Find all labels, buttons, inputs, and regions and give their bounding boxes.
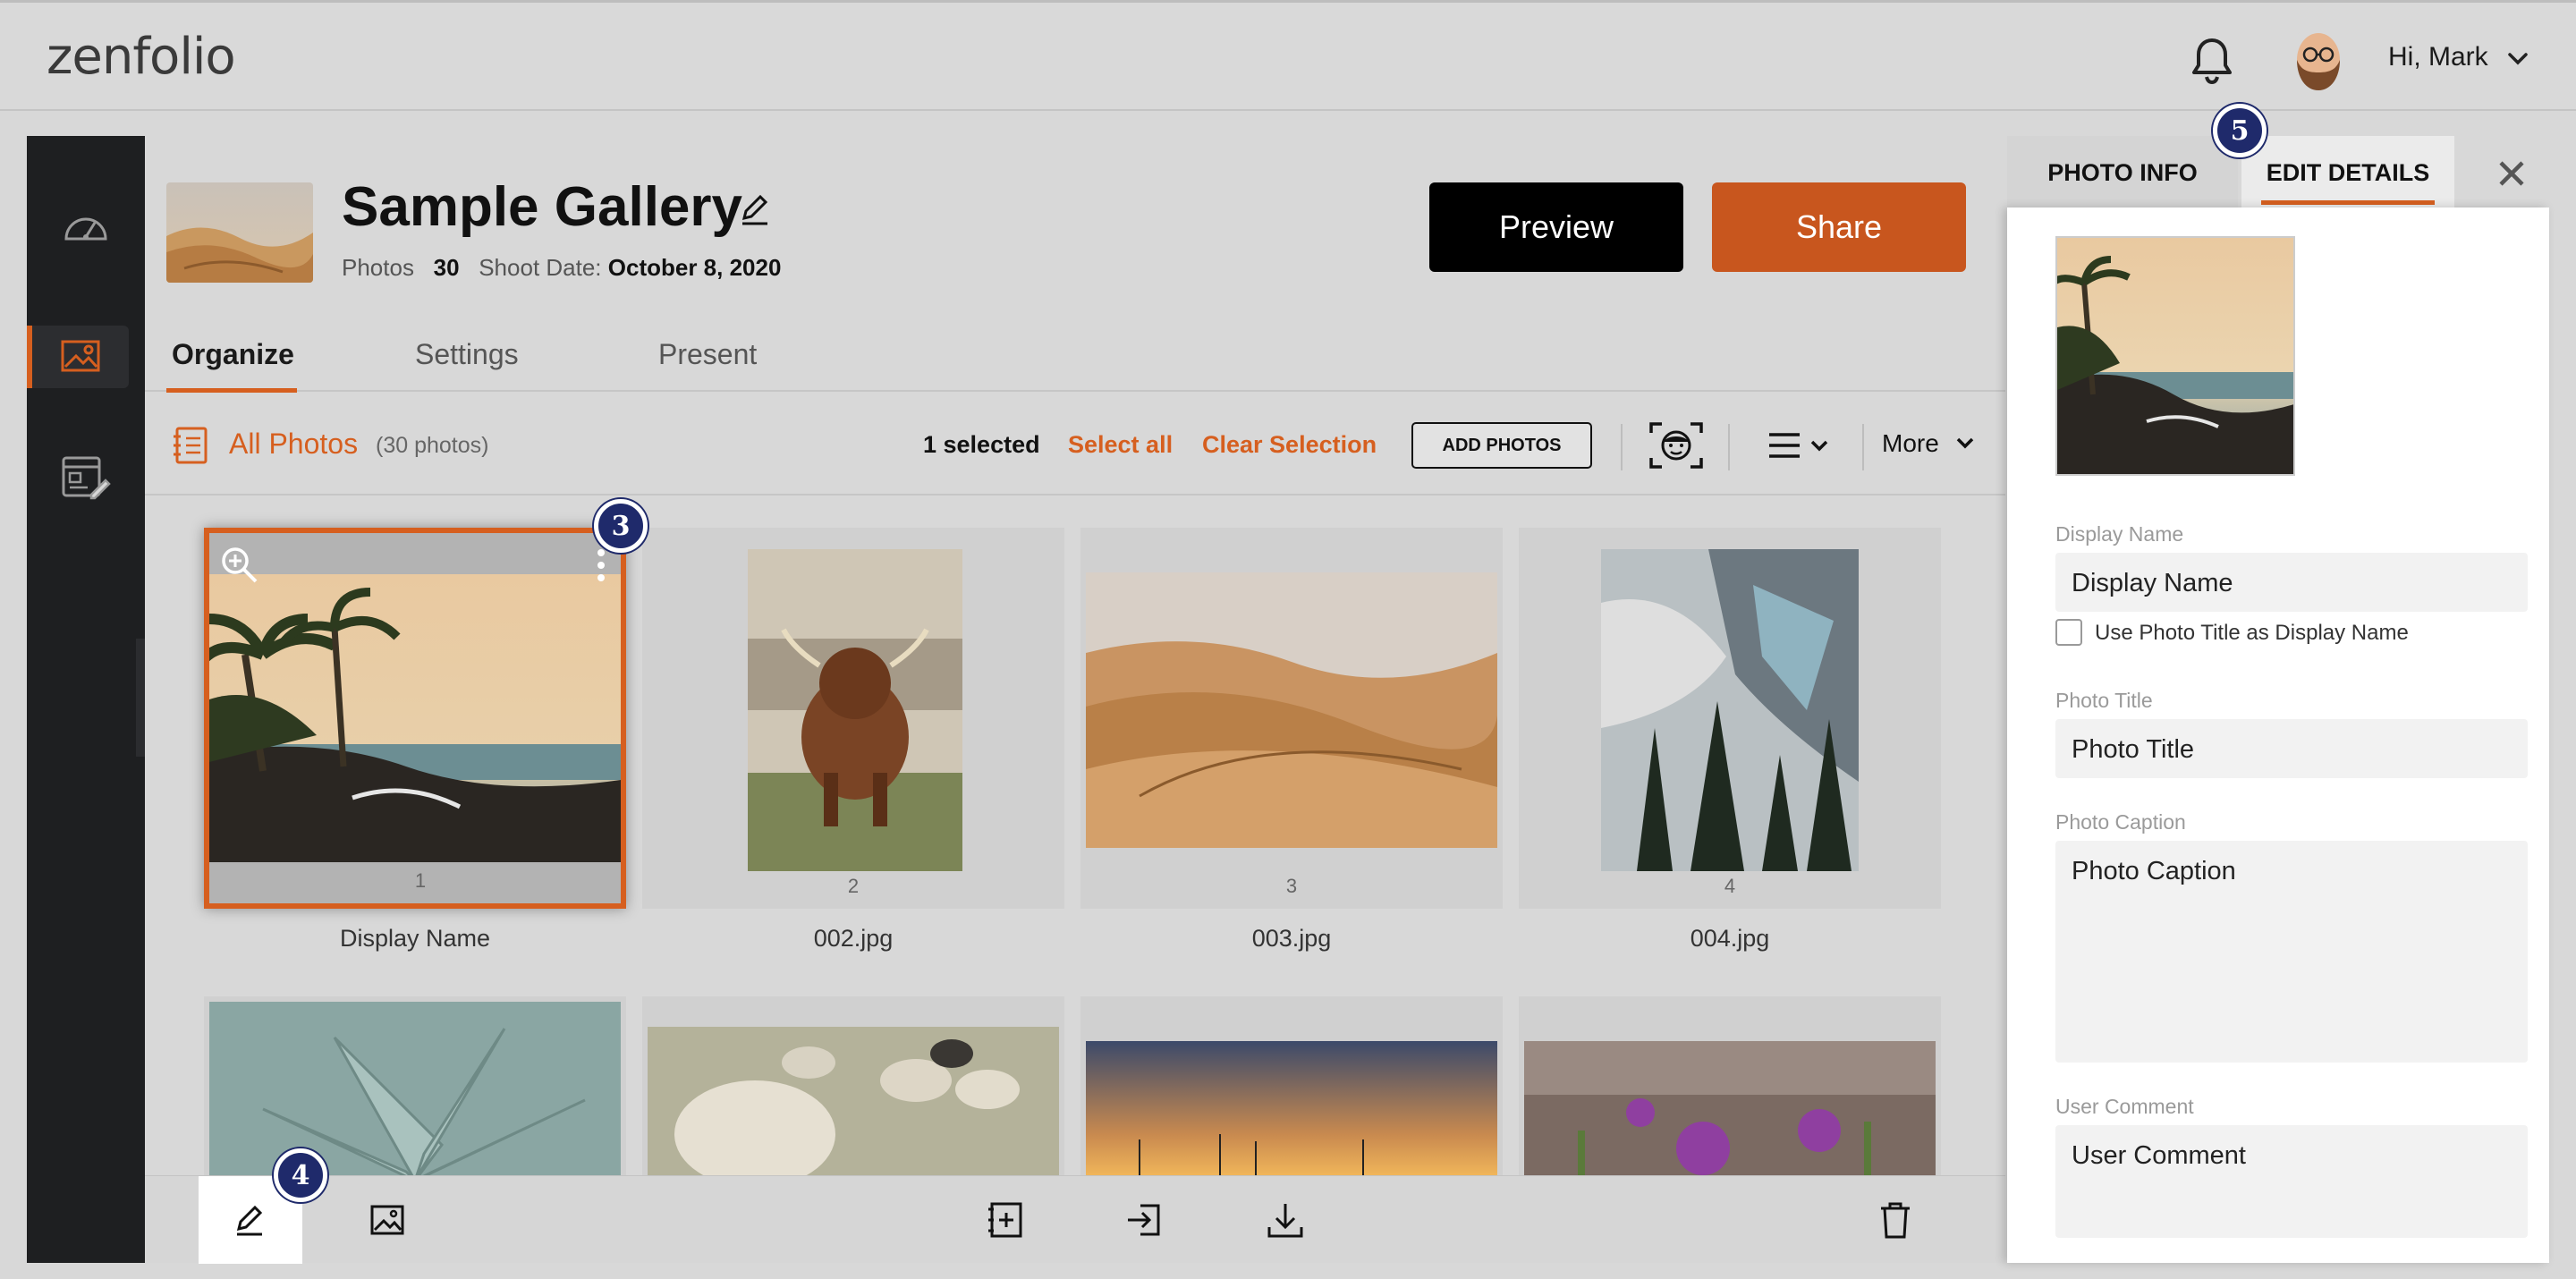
- tab-present[interactable]: Present: [658, 338, 757, 371]
- photo-name: 003.jpg: [1251, 925, 1332, 952]
- tab-organize[interactable]: Organize: [172, 338, 294, 371]
- chevron-down-icon[interactable]: [2504, 46, 2531, 72]
- photos-count: 30: [433, 254, 460, 281]
- tab-settings[interactable]: Settings: [415, 338, 519, 371]
- photo-number: 1: [414, 869, 427, 892]
- photo-thumbnail: [209, 1002, 621, 1175]
- photo-thumbnail: [748, 549, 962, 871]
- selection-count: 1 selected: [923, 431, 1040, 458]
- gallery-main: Sample Gallery Photos 30 Shoot Date: Oct…: [145, 136, 2005, 1264]
- photo-name: 002.jpg: [813, 925, 894, 952]
- photo-tile-2[interactable]: 2: [642, 528, 1064, 909]
- details-panel-tabs: PHOTO INFO EDIT DETAILS: [2007, 136, 2549, 209]
- download-icon[interactable]: [1263, 1198, 1308, 1242]
- photos-label: Photos: [342, 254, 414, 281]
- use-title-checkbox[interactable]: [2055, 619, 2082, 646]
- photo-tile-5[interactable]: [204, 996, 626, 1175]
- more-menu[interactable]: More: [1882, 429, 1939, 458]
- move-icon[interactable]: [1122, 1198, 1166, 1242]
- toolbar-divider: [1728, 424, 1730, 470]
- face-recognition-icon[interactable]: [1648, 420, 1705, 470]
- step-badge-3: 3: [594, 499, 648, 553]
- photo-number: 2: [847, 875, 860, 897]
- photo-tile-4[interactable]: 4: [1519, 528, 1941, 909]
- zoom-in-icon[interactable]: [218, 544, 259, 589]
- tab-photo-info[interactable]: PHOTO INFO: [2007, 136, 2238, 209]
- photo-thumbnail: [1601, 549, 1859, 871]
- image-icon: [60, 336, 101, 378]
- photo-number: 3: [1285, 875, 1298, 897]
- selected-photo-preview: [2055, 236, 2295, 476]
- photo-thumbnail: [1524, 1041, 1936, 1175]
- more-options-icon[interactable]: [596, 547, 606, 588]
- photo-thumbnail: [1086, 1041, 1497, 1175]
- close-icon[interactable]: [2490, 152, 2533, 195]
- select-all-link[interactable]: Select all: [1068, 431, 1173, 459]
- display-name-label: Display Name: [2055, 522, 2184, 546]
- add-photos-button[interactable]: ADD PHOTOS: [1411, 422, 1592, 469]
- bottom-action-bar: [145, 1175, 2005, 1264]
- sidebar-item-dashboard[interactable]: [27, 197, 145, 259]
- pencil-icon[interactable]: [737, 191, 773, 227]
- photo-name: Display Name: [339, 925, 491, 952]
- chevron-down-icon[interactable]: [1953, 431, 1977, 454]
- gauge-icon: [63, 208, 109, 249]
- active-tab-indicator: [166, 388, 297, 393]
- toolbar-divider: [1621, 424, 1623, 470]
- all-photos-link[interactable]: All Photos: [229, 428, 358, 461]
- bell-icon[interactable]: [2188, 35, 2236, 89]
- photo-count: (30 photos): [376, 433, 489, 458]
- gallery-cover-thumbnail: [166, 182, 313, 283]
- tab-edit-details[interactable]: EDIT DETAILS: [2241, 136, 2454, 209]
- photo-name: 004.jpg: [1690, 925, 1770, 952]
- photo-title-label: Photo Title: [2055, 689, 2153, 712]
- trash-icon[interactable]: [1873, 1198, 1918, 1242]
- zenfolio-logo[interactable]: zenfolio: [47, 28, 236, 86]
- photos-toolbar: All Photos (30 photos) 1 selected Select…: [145, 394, 2005, 496]
- top-bar: zenfolio Hi, Mark: [0, 0, 2576, 111]
- photo-thumbnail: [1086, 572, 1497, 848]
- photo-tile-7[interactable]: [1080, 996, 1503, 1175]
- photo-caption-label: Photo Caption: [2055, 810, 2186, 834]
- pencil-icon[interactable]: [227, 1198, 272, 1242]
- active-tab-indicator: [2261, 200, 2435, 205]
- gallery-meta: Photos 30 Shoot Date: October 8, 2020: [342, 254, 781, 282]
- shoot-date-label: Shoot Date:: [479, 254, 602, 281]
- preview-button[interactable]: Preview: [1429, 182, 1683, 272]
- toolbar-divider: [1862, 424, 1864, 470]
- photo-caption-field[interactable]: Photo Caption: [2055, 841, 2528, 1063]
- use-title-label: Use Photo Title as Display Name: [2095, 621, 2409, 645]
- image-icon[interactable]: [365, 1198, 410, 1242]
- photo-thumbnail: [196, 574, 621, 862]
- user-greeting[interactable]: Hi, Mark: [2388, 42, 2488, 72]
- sort-menu-icon[interactable]: [1764, 426, 1835, 465]
- photo-tile-3[interactable]: 3: [1080, 528, 1503, 909]
- gallery-title: Sample Gallery: [342, 176, 743, 238]
- step-badge-5: 5: [2213, 104, 2267, 157]
- photo-tile-6[interactable]: [642, 996, 1064, 1175]
- album-list-icon[interactable]: [172, 426, 209, 465]
- gallery-tabs: Organize Settings Present: [145, 329, 2005, 393]
- photo-title-field[interactable]: Photo Title: [2055, 719, 2528, 778]
- add-to-collection-icon[interactable]: [982, 1198, 1027, 1242]
- display-name-field[interactable]: Display Name: [2055, 553, 2528, 612]
- share-button[interactable]: Share: [1712, 182, 1966, 272]
- clear-selection-link[interactable]: Clear Selection: [1202, 431, 1377, 459]
- photo-tile-1[interactable]: 1: [196, 528, 626, 909]
- photo-tile-8[interactable]: [1519, 996, 1941, 1175]
- avatar[interactable]: [2288, 24, 2349, 97]
- photo-number: 4: [1724, 875, 1736, 897]
- left-sidebar: [27, 136, 145, 1263]
- step-badge-4: 4: [274, 1148, 327, 1202]
- user-comment-label: User Comment: [2055, 1095, 2194, 1118]
- sidebar-item-galleries[interactable]: [27, 326, 129, 388]
- web-edit-icon: [61, 455, 111, 506]
- photo-thumbnail: [648, 1027, 1059, 1175]
- shoot-date: October 8, 2020: [607, 254, 782, 281]
- edit-details-panel: Display Name Display Name Use Photo Titl…: [2007, 208, 2549, 1263]
- user-comment-field[interactable]: User Comment: [2055, 1125, 2528, 1238]
- sidebar-item-website[interactable]: [27, 449, 145, 512]
